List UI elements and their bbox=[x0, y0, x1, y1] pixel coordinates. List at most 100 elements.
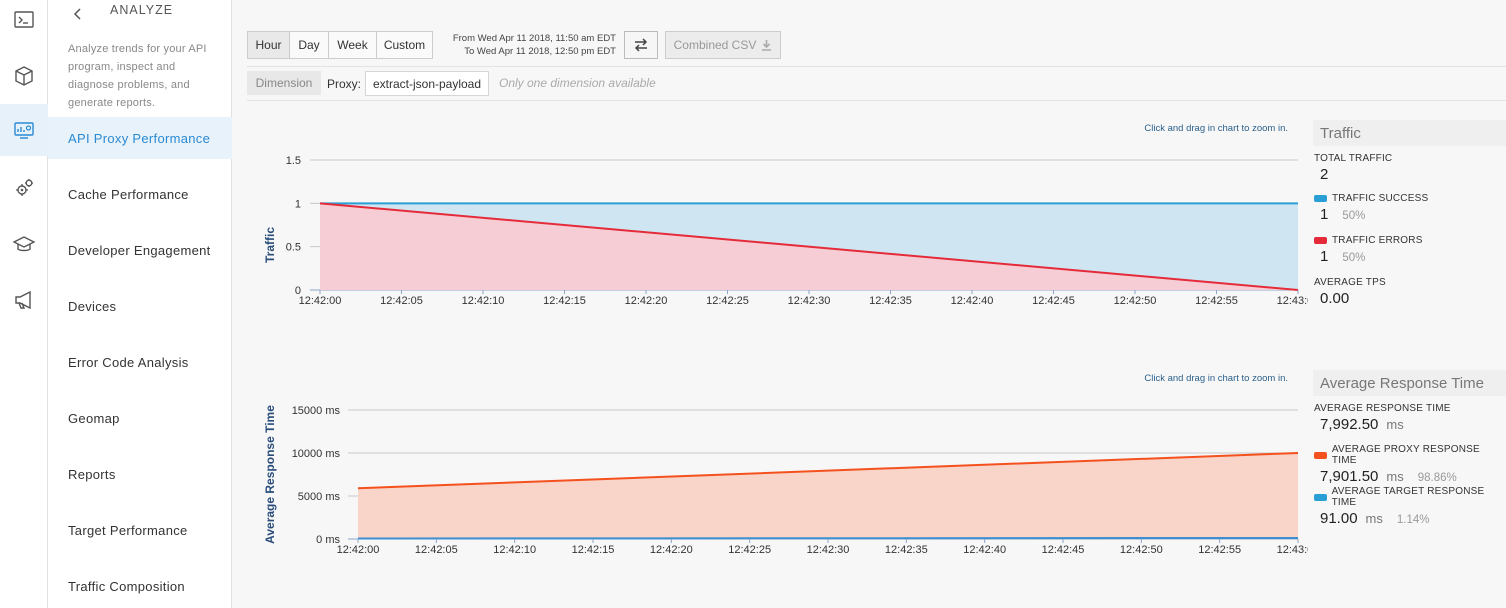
target-swatch bbox=[1314, 493, 1327, 501]
period-day-button[interactable]: Day bbox=[289, 31, 329, 59]
traffic-errors-value: 1 bbox=[1320, 248, 1329, 265]
x-tick-label: 12:42:20 bbox=[625, 295, 668, 307]
date-range: From Wed Apr 11 2018, 11:50 am EDT To We… bbox=[436, 32, 616, 58]
gears-icon[interactable] bbox=[0, 162, 48, 214]
compare-swap-button[interactable] bbox=[624, 31, 658, 59]
error-swatch bbox=[1314, 237, 1327, 244]
nav-item-error-code-analysis[interactable]: Error Code Analysis bbox=[48, 341, 232, 383]
y-axis-label: Traffic bbox=[263, 227, 277, 263]
series-1-line bbox=[357, 536, 1299, 540]
avg-target-response-value: 91.00 bbox=[1320, 510, 1358, 527]
date-range-to: To Wed Apr 11 2018, 12:50 pm EDT bbox=[464, 46, 616, 57]
dimension-label: Dimension bbox=[247, 71, 321, 95]
x-tick-label: 12:42:05 bbox=[380, 295, 423, 307]
nav-item-api-proxy-performance[interactable]: API Proxy Performance bbox=[48, 117, 232, 159]
x-tick-label: 12:42:10 bbox=[462, 295, 505, 307]
total-traffic-value: 2 bbox=[1320, 166, 1329, 183]
megaphone-icon[interactable] bbox=[0, 274, 48, 326]
series-0-area bbox=[358, 453, 1298, 539]
response-time-chart[interactable]: 0 ms5000 ms10000 ms15000 msAverage Respo… bbox=[248, 390, 1308, 570]
nav-item-geomap[interactable]: Geomap bbox=[48, 397, 232, 439]
avg-response-value: 7,992.50 bbox=[1320, 416, 1379, 433]
x-tick-label: 12:42:45 bbox=[1042, 544, 1085, 556]
success-swatch bbox=[1314, 195, 1327, 202]
proxy-selector[interactable]: extract-json-payload bbox=[365, 71, 489, 96]
combined-csv-label: Combined CSV bbox=[673, 38, 757, 52]
package-icon[interactable] bbox=[0, 50, 48, 102]
traffic-errors-pct: 50% bbox=[1342, 252, 1366, 264]
nav-item-target-performance[interactable]: Target Performance bbox=[48, 509, 232, 551]
x-tick-label: 12:42:35 bbox=[869, 295, 912, 307]
avg-target-response-label: AVERAGE TARGET RESPONSE TIME bbox=[1331, 486, 1485, 508]
swap-arrows-icon bbox=[634, 38, 648, 52]
x-tick-label: 12:42:15 bbox=[572, 544, 615, 556]
x-tick-label: 12:42:00 bbox=[337, 544, 380, 556]
nav-item-devices[interactable]: Devices bbox=[48, 285, 232, 327]
traffic-errors-label: TRAFFIC ERRORS bbox=[1332, 235, 1423, 246]
avg-response-unit: ms bbox=[1386, 417, 1404, 432]
section-title: ANALYZE bbox=[110, 3, 174, 17]
average-tps-stat: AVERAGE TPS 0.00 bbox=[1313, 277, 1506, 307]
traffic-success-pct: 50% bbox=[1342, 210, 1366, 222]
traffic-errors-stat: TRAFFIC ERRORS 1 50% bbox=[1313, 235, 1506, 265]
proxy-label: Proxy: bbox=[327, 77, 362, 91]
avg-proxy-response-unit: ms bbox=[1386, 469, 1404, 484]
date-range-from: From Wed Apr 11 2018, 11:50 am EDT bbox=[452, 33, 616, 44]
avg-proxy-response-label: AVERAGE PROXY RESPONSE TIME bbox=[1331, 444, 1480, 466]
x-tick-label: 12:42:30 bbox=[788, 295, 831, 307]
y-tick-label: 10000 ms bbox=[292, 448, 341, 460]
period-custom-button[interactable]: Custom bbox=[376, 31, 433, 59]
x-tick-label: 12:42:55 bbox=[1195, 295, 1238, 307]
nav-item-reports[interactable]: Reports bbox=[48, 453, 232, 495]
y-tick-label: 15000 ms bbox=[292, 405, 341, 417]
x-tick-label: 12:43:00 bbox=[1277, 544, 1308, 556]
x-tick-label: 12:42:40 bbox=[963, 544, 1006, 556]
x-tick-label: 12:42:10 bbox=[493, 544, 536, 556]
traffic-success-label: TRAFFIC SUCCESS bbox=[1332, 193, 1429, 204]
x-tick-label: 12:42:25 bbox=[706, 295, 749, 307]
avg-response-label: AVERAGE RESPONSE TIME bbox=[1314, 403, 1451, 414]
zoom-hint: Click and drag in chart to zoom in. bbox=[1144, 123, 1288, 134]
avg-proxy-response-pct: 98.86% bbox=[1417, 472, 1457, 484]
analyze-nav-panel: ANALYZE Analyze trends for your API prog… bbox=[48, 0, 232, 608]
traffic-stats-panel: Traffic TOTAL TRAFFIC 2 TRAFFIC SUCCESS … bbox=[1313, 120, 1506, 315]
traffic-chart[interactable]: 00.511.5Traffic12:42:00 12:42:05 12:42:10 1… bbox=[248, 140, 1308, 320]
period-week-button[interactable]: Week bbox=[328, 31, 377, 59]
avg-target-response-stat: AVERAGE TARGET RESPONSE TIME 91.00 ms 1.14… bbox=[1313, 486, 1506, 527]
y-axis-label: Average Response Time bbox=[263, 405, 277, 544]
x-tick-label: 12:43:00 bbox=[1277, 295, 1308, 307]
proxy-swatch bbox=[1314, 451, 1327, 459]
period-hour-button[interactable]: Hour bbox=[247, 31, 290, 59]
avg-proxy-response-stat: AVERAGE PROXY RESPONSE TIME 7,901.50 ms 98… bbox=[1313, 444, 1506, 485]
traffic-stats-title: Traffic bbox=[1313, 120, 1506, 146]
analytics-monitor-icon[interactable] bbox=[0, 104, 48, 156]
y-tick-label: 5000 ms bbox=[298, 491, 341, 503]
graduation-cap-icon[interactable] bbox=[0, 218, 48, 270]
x-tick-label: 12:42:30 bbox=[807, 544, 850, 556]
avg-target-response-pct: 1.14% bbox=[1396, 514, 1430, 526]
y-tick-label: 1 bbox=[295, 198, 301, 210]
x-tick-label: 12:42:40 bbox=[951, 295, 994, 307]
total-traffic-stat: TOTAL TRAFFIC 2 bbox=[1313, 153, 1506, 183]
icon-rail bbox=[0, 0, 48, 608]
avg-target-response-unit: ms bbox=[1365, 511, 1383, 526]
section-description: Analyze trends for your API program, ins… bbox=[68, 43, 207, 109]
x-tick-label: 12:42:20 bbox=[650, 544, 693, 556]
zoom-hint: Click and drag in chart to zoom in. bbox=[1144, 373, 1288, 384]
x-tick-label: 12:42:25 bbox=[728, 544, 771, 556]
nav-item-traffic-composition[interactable]: Traffic Composition bbox=[48, 565, 232, 607]
traffic-success-value: 1 bbox=[1320, 206, 1329, 223]
x-tick-label: 12:42:55 bbox=[1198, 544, 1241, 556]
average-tps-value: 0.00 bbox=[1320, 290, 1350, 307]
combined-csv-button[interactable]: Combined CSV bbox=[665, 31, 781, 59]
y-tick-label: 0.5 bbox=[286, 242, 301, 254]
x-tick-label: 12:42:00 bbox=[299, 295, 342, 307]
x-tick-label: 12:42:35 bbox=[885, 544, 928, 556]
terminal-icon[interactable] bbox=[0, 0, 48, 46]
nav-item-cache-performance[interactable]: Cache Performance bbox=[48, 173, 232, 215]
traffic-success-stat: TRAFFIC SUCCESS 1 50% bbox=[1313, 193, 1506, 223]
response-stats-panel: Average Response Time AVERAGE RESPONSE T… bbox=[1313, 370, 1506, 527]
nav-item-developer-engagement[interactable]: Developer Engagement bbox=[48, 229, 232, 271]
back-chevron-icon[interactable] bbox=[70, 6, 86, 22]
x-tick-label: 12:42:45 bbox=[1032, 295, 1075, 307]
